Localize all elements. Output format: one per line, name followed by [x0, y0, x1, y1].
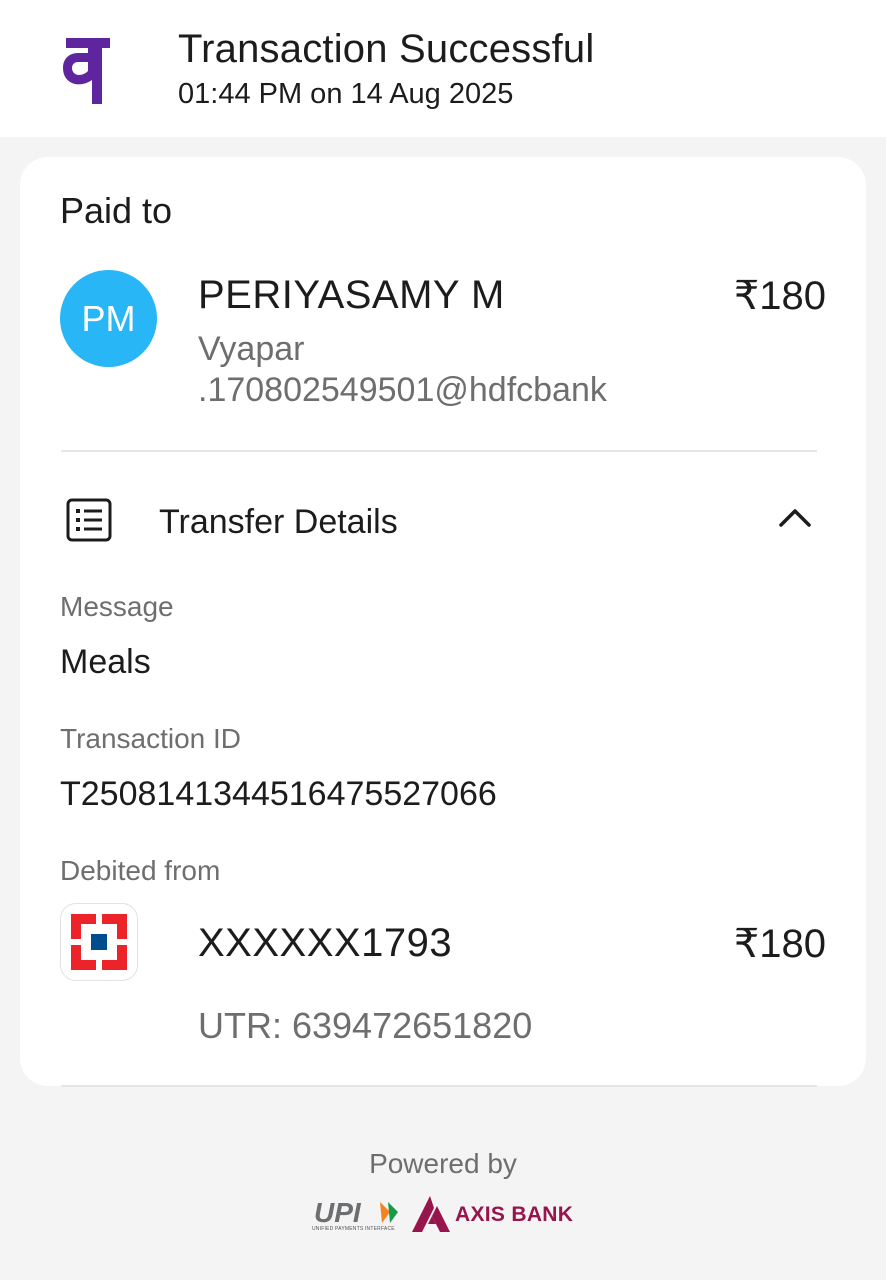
hdfc-bank-logo-icon — [71, 914, 127, 970]
transfer-details-label: Transfer Details — [159, 503, 398, 541]
transaction-id-value[interactable]: T2508141344516475527066 — [60, 775, 497, 814]
divider — [61, 450, 817, 452]
message-value: Meals — [60, 643, 151, 681]
bank-logo — [60, 903, 138, 981]
avatar[interactable]: PM — [60, 270, 157, 367]
page-title: Transaction Successful — [178, 27, 595, 71]
payee-vpa: Vyapar .170802549501@hdfcbank — [198, 330, 607, 409]
debited-amount: ₹180 — [733, 922, 826, 966]
account-number: XXXXXX1793 — [198, 921, 453, 965]
message-label: Message — [60, 591, 174, 622]
transaction-id-label: Transaction ID — [60, 723, 242, 754]
list-icon — [66, 498, 112, 542]
axis-bank-text: AXIS BANK — [455, 1203, 574, 1226]
upi-subtext: UNIFIED PAYMENTS INTERFACE — [312, 1226, 395, 1232]
avatar-initials: PM — [81, 297, 136, 339]
powered-by-label: Powered by — [369, 1148, 517, 1179]
payee-amount: ₹180 — [733, 274, 826, 318]
paid-to-label: Paid to — [60, 190, 173, 231]
header-bar: Transaction Successful 01:44 PM on 14 Au… — [0, 0, 886, 137]
chevron-up-icon[interactable] — [778, 506, 812, 528]
utr-number[interactable]: UTR: 639472651820 — [198, 1005, 532, 1047]
divider — [61, 1085, 817, 1087]
transaction-card: Paid to PM PERIYASAMY M ₹180 Vyapar .170… — [20, 157, 866, 1087]
transaction-timestamp: 01:44 PM on 14 Aug 2025 — [178, 78, 514, 110]
transfer-details-toggle[interactable]: Transfer Details — [60, 492, 826, 552]
payee-name: PERIYASAMY M — [198, 273, 505, 317]
debited-from-label: Debited from — [60, 855, 221, 886]
phonepe-logo-icon — [63, 38, 110, 104]
upi-logo-text: UPI — [314, 1197, 362, 1228]
